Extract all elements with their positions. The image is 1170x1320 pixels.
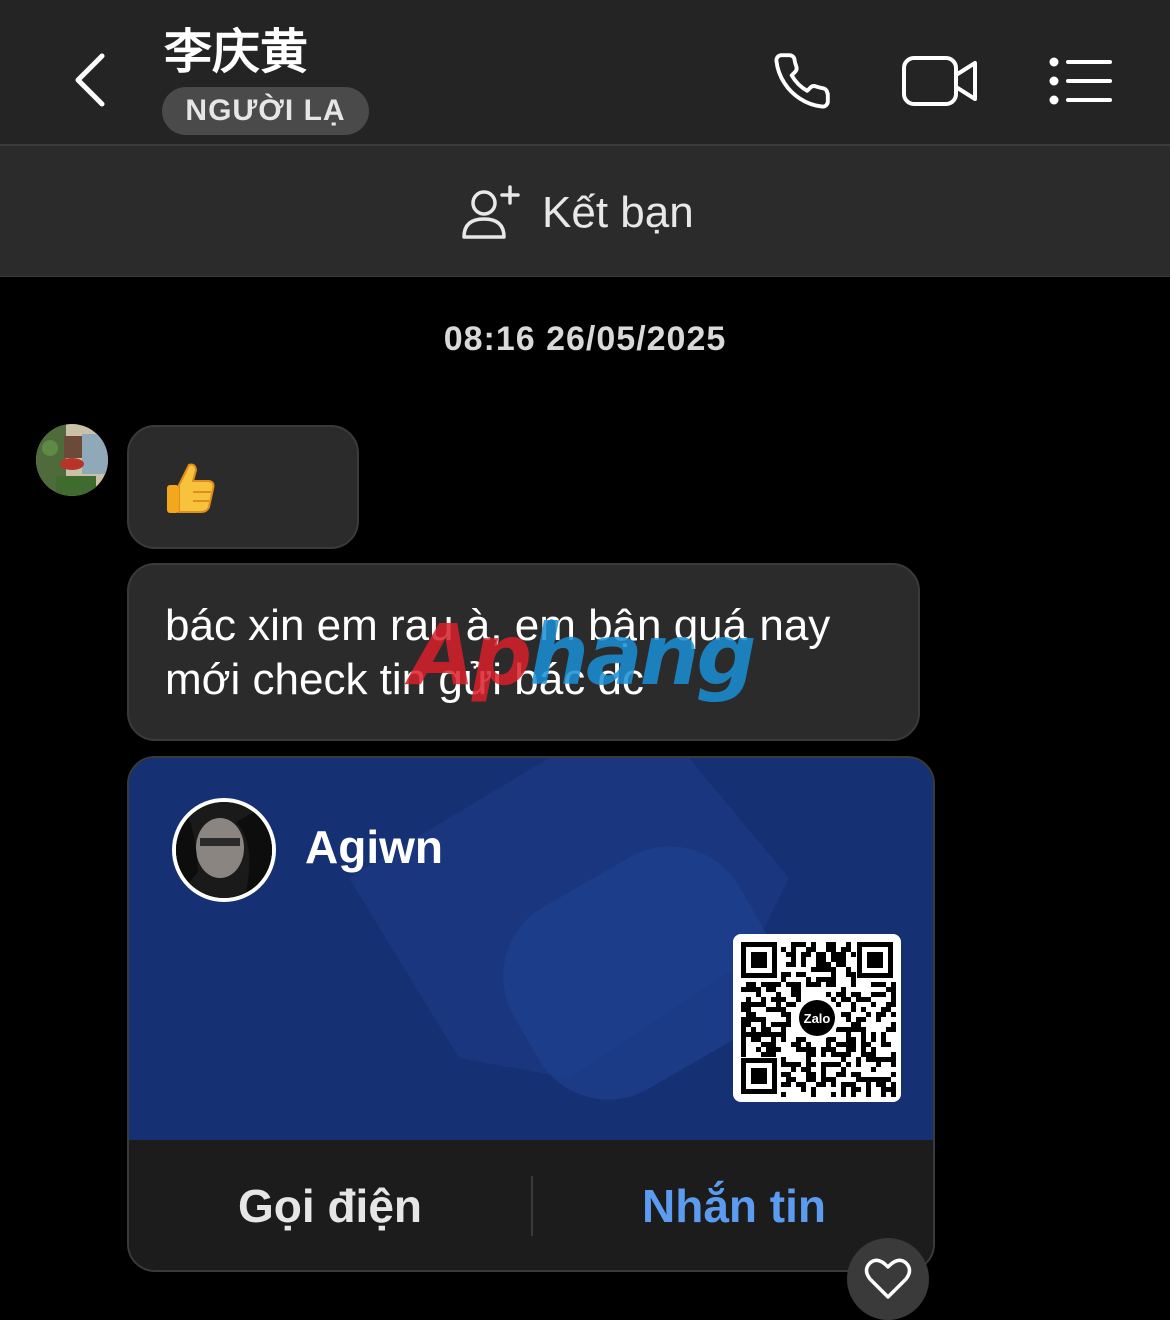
avatar-image xyxy=(36,424,108,496)
add-friend-button[interactable]: Kết bạn xyxy=(460,178,720,248)
menu-list-icon xyxy=(1049,57,1112,105)
contact-card[interactable]: Agiwn Zalo Gọi điện Nhắn tin xyxy=(127,756,935,1272)
stranger-badge: NGƯỜI LẠ xyxy=(162,87,369,135)
card-avatar-image xyxy=(176,802,272,898)
reaction-button[interactable] xyxy=(847,1238,929,1320)
qr-code[interactable]: Zalo xyxy=(733,934,901,1102)
thumbs-up-icon xyxy=(167,463,215,513)
back-icon xyxy=(75,53,105,107)
heart-icon xyxy=(864,1258,912,1299)
add-friend-label: Kết bạn xyxy=(542,188,694,237)
card-contact-name: Agiwn xyxy=(305,821,443,873)
options-menu-button[interactable] xyxy=(1040,46,1120,116)
message-bubble-emoji[interactable] xyxy=(127,425,359,549)
contact-card-actions: Gọi điện Nhắn tin xyxy=(129,1140,933,1270)
contact-name[interactable]: 李庆黄 xyxy=(164,22,308,82)
contact-card-body: Agiwn Zalo xyxy=(129,758,933,1140)
video-call-icon xyxy=(902,56,977,106)
back-button[interactable] xyxy=(60,40,120,120)
message-timestamp: 08:16 26/05/2025 xyxy=(443,320,727,358)
qr-code-image: Zalo xyxy=(741,942,896,1097)
call-button[interactable]: Gọi điện xyxy=(129,1140,531,1270)
card-avatar[interactable] xyxy=(172,798,276,902)
video-call-button[interactable] xyxy=(900,46,980,116)
message-bubble-text[interactable]: bác xin em rau à, em bận quá nay mới che… xyxy=(127,563,920,741)
phone-icon xyxy=(774,53,830,109)
add-user-icon xyxy=(462,185,520,239)
voice-call-button[interactable] xyxy=(762,46,842,116)
sender-avatar[interactable] xyxy=(36,424,108,496)
qr-zalo-label: Zalo xyxy=(804,1011,831,1026)
message-text: bác xin em rau à, em bận quá nay mới che… xyxy=(165,601,831,704)
